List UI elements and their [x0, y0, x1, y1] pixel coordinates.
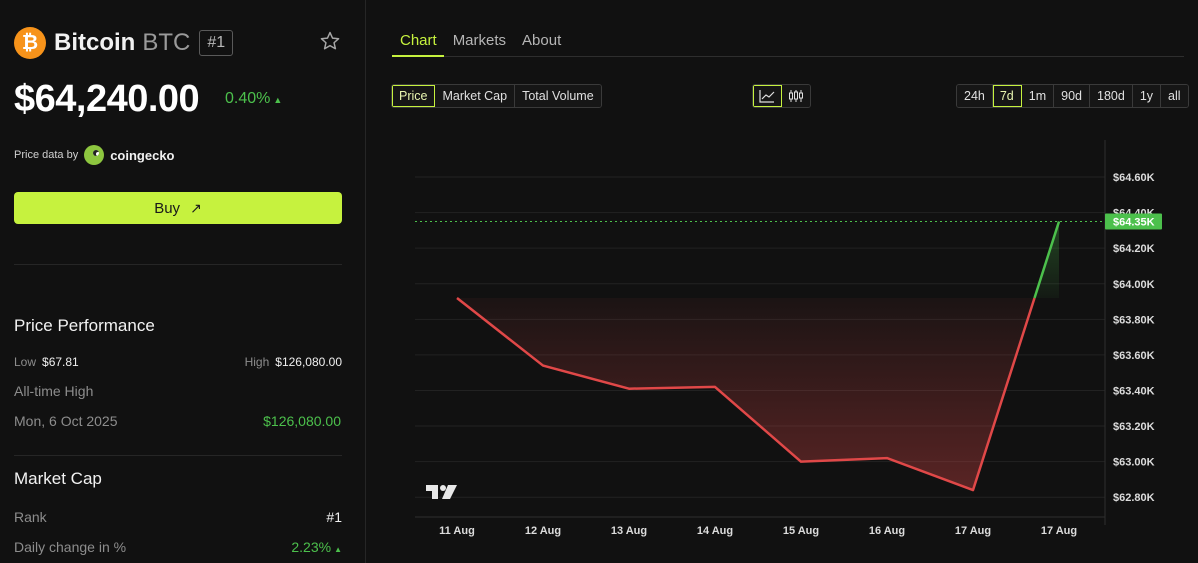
- price-change-value: 0.40%: [225, 90, 271, 107]
- range-1m[interactable]: 1m: [1021, 85, 1055, 107]
- range-1y[interactable]: 1y: [1132, 85, 1162, 107]
- price-chart-svg: $64.60K$64.40K$64.20K$64.00K$63.80K$63.6…: [415, 140, 1162, 537]
- price-performance-title: Price Performance: [14, 316, 155, 335]
- daily-change-row: Daily change in % 2.23% ▲: [14, 539, 342, 555]
- buy-button-label: Buy: [154, 199, 181, 217]
- y-tick-label: $63.00K: [1113, 457, 1155, 469]
- active-tab-indicator: [392, 55, 444, 57]
- ath-label: All-time High: [14, 383, 94, 399]
- line-chart-toggle[interactable]: [753, 85, 782, 107]
- metric-market-cap[interactable]: Market Cap: [435, 85, 516, 107]
- market-cap-title: Market Cap: [14, 469, 102, 488]
- daily-change-value: 2.23%: [291, 539, 332, 555]
- divider: [14, 455, 342, 456]
- arrow-up-right-icon: ↗: [190, 199, 202, 216]
- tab-markets[interactable]: Markets: [453, 32, 506, 57]
- y-tick-label: $62.80K: [1113, 492, 1155, 504]
- price-change: 0.40% ▲: [225, 90, 282, 108]
- tabs-divider: [392, 56, 1184, 57]
- price-chart[interactable]: $64.60K$64.40K$64.20K$64.00K$63.80K$63.6…: [400, 130, 1198, 563]
- range-24h[interactable]: 24h: [957, 85, 993, 107]
- market-cap-rank-row: Rank #1: [14, 509, 342, 525]
- y-tick-label: $63.20K: [1113, 421, 1155, 433]
- tab-chart[interactable]: Chart: [400, 32, 437, 57]
- price-source: Price data by coingecko: [14, 145, 175, 165]
- x-tick-label: 17 Aug: [955, 525, 991, 537]
- ath-date: Mon, 6 Oct 2025: [14, 413, 118, 429]
- line-chart-icon: [759, 90, 775, 103]
- rank-badge: #1: [199, 30, 234, 56]
- range-90d[interactable]: 90d: [1054, 85, 1090, 107]
- high-value: $126,080.00: [275, 355, 342, 369]
- metric-total-volume[interactable]: Total Volume: [515, 85, 601, 107]
- price-source-label: Price data by: [14, 149, 79, 161]
- range-7d[interactable]: 7d: [992, 85, 1022, 107]
- y-tick-label: $63.40K: [1113, 385, 1155, 397]
- chart-type-selector: [752, 84, 811, 108]
- main-tabs: Chart Markets About: [400, 32, 577, 57]
- time-range-selector: 24h 7d 1m 90d 180d 1y all: [956, 84, 1189, 108]
- y-tick-label: $63.80K: [1113, 314, 1155, 326]
- rank-label: Rank: [14, 509, 47, 525]
- coin-summary-panel: ₿ Bitcoin BTC #1 $64,240.00 0.40% ▲ Price…: [0, 0, 366, 563]
- range-180d[interactable]: 180d: [1090, 85, 1133, 107]
- divider: [14, 264, 342, 265]
- current-price: $64,240.00: [14, 78, 200, 120]
- x-tick-label: 12 Aug: [525, 525, 561, 537]
- metric-price[interactable]: Price: [392, 85, 436, 107]
- x-tick-label: 11 Aug: [439, 525, 475, 537]
- price-source-provider[interactable]: coingecko: [110, 148, 174, 163]
- low-value: $67.81: [42, 355, 79, 369]
- x-tick-label: 17 Aug: [1041, 525, 1077, 537]
- tab-about[interactable]: About: [522, 32, 561, 57]
- up-arrow-icon: ▲: [273, 95, 283, 105]
- x-tick-label: 13 Aug: [611, 525, 647, 537]
- coin-name: Bitcoin: [54, 29, 136, 56]
- low-high-row: Low $67.81 High $126,080.00: [14, 355, 342, 369]
- metric-selector: Price Market Cap Total Volume: [391, 84, 602, 108]
- ath-value: $126,080.00: [263, 413, 341, 429]
- x-tick-label: 16 Aug: [869, 525, 905, 537]
- last-price-label: $64.35K: [1113, 216, 1155, 228]
- coin-ticker: BTC: [142, 29, 191, 56]
- coingecko-logo-icon: [84, 145, 105, 165]
- y-tick-label: $64.60K: [1113, 172, 1155, 184]
- high-label: High: [244, 355, 270, 369]
- daily-change-label: Daily change in %: [14, 539, 127, 555]
- low-label: Low: [14, 355, 37, 369]
- rank-value: #1: [326, 509, 342, 525]
- x-tick-label: 14 Aug: [697, 525, 733, 537]
- range-all[interactable]: all: [1161, 85, 1188, 107]
- y-tick-label: $63.60K: [1113, 350, 1155, 362]
- up-arrow-icon: ▲: [334, 545, 342, 554]
- coin-header: ₿ Bitcoin BTC #1: [14, 27, 234, 59]
- star-icon[interactable]: [319, 30, 341, 52]
- x-tick-label: 15 Aug: [783, 525, 819, 537]
- candlestick-icon: [789, 90, 803, 102]
- bitcoin-logo-icon: ₿: [14, 27, 46, 59]
- candlestick-toggle[interactable]: [782, 85, 810, 107]
- buy-button[interactable]: Buy ↗: [14, 192, 342, 224]
- y-tick-label: $64.00K: [1113, 279, 1155, 291]
- y-tick-label: $64.20K: [1113, 243, 1155, 255]
